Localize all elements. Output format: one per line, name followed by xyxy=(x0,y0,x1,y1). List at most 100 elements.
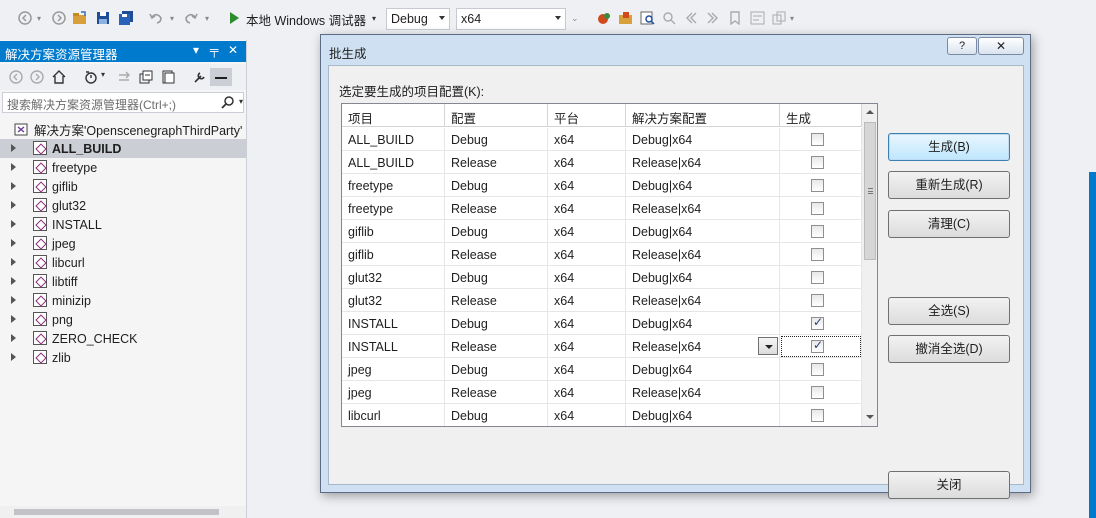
navigate-back-icon[interactable] xyxy=(18,10,32,26)
pin-icon[interactable]: ╤ xyxy=(210,43,219,57)
build-checkbox[interactable] xyxy=(811,225,824,238)
table-row[interactable]: INSTALL Debug x64 Debug|x64 xyxy=(342,312,862,335)
scrollbar-thumb[interactable] xyxy=(864,122,876,260)
build-checkbox[interactable] xyxy=(811,271,824,284)
clean-button[interactable]: 清理(C) xyxy=(888,210,1010,238)
expand-arrow-icon[interactable] xyxy=(11,201,16,209)
expand-arrow-icon[interactable] xyxy=(11,353,16,361)
bookmark-previous-icon[interactable] xyxy=(684,10,698,26)
horizontal-scrollbar[interactable] xyxy=(0,506,246,518)
column-header-build[interactable]: 生成 xyxy=(780,104,862,127)
table-row[interactable]: libcurl Debug x64 Debug|x64 xyxy=(342,404,862,426)
solution-config-dropdown-button[interactable] xyxy=(758,337,778,355)
column-header-solution-config[interactable]: 解决方案配置 xyxy=(626,104,780,127)
back-icon[interactable] xyxy=(9,70,23,84)
properties-wrench-icon[interactable] xyxy=(193,70,207,84)
tree-item-zlib[interactable]: zlib xyxy=(0,348,246,367)
column-header-platform[interactable]: 平台 xyxy=(548,104,626,127)
expand-arrow-icon[interactable] xyxy=(11,144,16,152)
chevron-down-icon[interactable]: ▾ xyxy=(101,70,115,84)
tree-item-png[interactable]: png xyxy=(0,310,246,329)
select-all-button[interactable]: 全选(S) xyxy=(888,297,1010,325)
build-checkbox[interactable] xyxy=(811,156,824,169)
home-icon[interactable] xyxy=(52,70,66,84)
table-row[interactable]: INSTALL Release x64 Release|x64 xyxy=(342,335,862,358)
open-file-icon[interactable] xyxy=(72,10,88,26)
search-solution-input[interactable]: 搜索解决方案资源管理器(Ctrl+;) ▾ xyxy=(2,92,244,113)
preview-selected-items-icon[interactable] xyxy=(210,68,232,86)
rebuild-button[interactable]: 重新生成(R) xyxy=(888,171,1010,199)
bookmark-next-icon[interactable] xyxy=(706,10,720,26)
close-icon[interactable]: ✕ xyxy=(228,43,238,57)
chevron-down-icon[interactable]: ▾ xyxy=(37,10,41,26)
build-checkbox[interactable] xyxy=(811,133,824,146)
table-row[interactable]: jpeg Debug x64 Debug|x64 xyxy=(342,358,862,381)
chevron-down-icon[interactable]: ▾ xyxy=(205,10,209,26)
toolbar-overflow-icon[interactable]: ⌄ xyxy=(571,10,579,26)
build-checkbox[interactable] xyxy=(811,202,824,215)
tree-item-freetype[interactable]: freetype xyxy=(0,158,246,177)
build-checkbox[interactable] xyxy=(811,409,824,422)
tree-item-glut32[interactable]: glut32 xyxy=(0,196,246,215)
solution-platform-select[interactable]: x64 xyxy=(456,8,566,30)
table-row[interactable]: freetype Debug x64 Debug|x64 xyxy=(342,174,862,197)
forward-icon[interactable] xyxy=(30,70,44,84)
tree-item-libtiff[interactable]: libtiff xyxy=(0,272,246,291)
dialog-close-button[interactable]: ✕ xyxy=(978,37,1024,55)
chevron-down-icon[interactable]: ▾ xyxy=(170,10,174,26)
copy-icon[interactable] xyxy=(772,10,786,26)
table-row[interactable]: jpeg Release x64 Release|x64 xyxy=(342,381,862,404)
expand-arrow-icon[interactable] xyxy=(11,182,16,190)
solution-configuration-select[interactable]: Debug xyxy=(386,8,450,30)
pending-changes-filter-icon[interactable] xyxy=(84,70,98,84)
chevron-down-icon[interactable]: ▾ xyxy=(372,10,376,26)
find-icon[interactable] xyxy=(640,10,656,26)
scroll-down-icon[interactable] xyxy=(866,415,874,419)
window-position-icon[interactable]: ▾ xyxy=(193,43,199,57)
build-checkbox[interactable] xyxy=(811,294,824,307)
table-row[interactable]: giflib Release x64 Release|x64 xyxy=(342,243,862,266)
table-row[interactable]: glut32 Debug x64 Debug|x64 xyxy=(342,266,862,289)
tree-item-zero-check[interactable]: ZERO_CHECK xyxy=(0,329,246,348)
redo-icon[interactable] xyxy=(183,10,199,26)
start-debug-icon[interactable] xyxy=(228,10,240,26)
expand-arrow-icon[interactable] xyxy=(11,220,16,228)
open-folder-icon[interactable] xyxy=(618,10,634,26)
comment-out-icon[interactable] xyxy=(750,10,766,26)
deselect-all-button[interactable]: 撤消全选(D) xyxy=(888,335,1010,363)
build-checkbox[interactable] xyxy=(811,386,824,399)
tree-item-all-build[interactable]: ALL_BUILD xyxy=(0,139,246,158)
column-header-configuration[interactable]: 配置 xyxy=(445,104,548,127)
chevron-down-icon[interactable]: ▾ xyxy=(239,97,243,106)
collapse-all-icon[interactable] xyxy=(139,70,153,84)
build-checkbox[interactable] xyxy=(811,315,824,330)
close-button[interactable]: 关闭 xyxy=(888,471,1010,499)
table-row[interactable]: ALL_BUILD Debug x64 Debug|x64 xyxy=(342,128,862,151)
build-checkbox[interactable] xyxy=(811,179,824,192)
vertical-scrollbar[interactable] xyxy=(862,104,877,426)
table-row[interactable]: giflib Debug x64 Debug|x64 xyxy=(342,220,862,243)
build-checkbox[interactable] xyxy=(811,363,824,376)
run-debugger-button[interactable]: 本地 Windows 调试器 xyxy=(246,10,366,29)
show-all-files-icon[interactable] xyxy=(161,70,175,84)
scroll-up-icon[interactable] xyxy=(866,110,874,114)
column-header-project[interactable]: 项目 xyxy=(342,104,445,127)
expand-arrow-icon[interactable] xyxy=(11,258,16,266)
save-all-icon[interactable] xyxy=(118,10,134,26)
build-checkbox[interactable] xyxy=(811,338,824,353)
tree-item-jpeg[interactable]: jpeg xyxy=(0,234,246,253)
expand-arrow-icon[interactable] xyxy=(11,296,16,304)
expand-arrow-icon[interactable] xyxy=(11,277,16,285)
sync-active-document-icon[interactable] xyxy=(117,70,131,84)
table-row[interactable]: ALL_BUILD Release x64 Release|x64 xyxy=(342,151,862,174)
help-button[interactable]: ? xyxy=(947,37,977,55)
table-row[interactable]: glut32 Release x64 Release|x64 xyxy=(342,289,862,312)
find-disabled-icon[interactable] xyxy=(662,10,676,26)
expand-arrow-icon[interactable] xyxy=(11,163,16,171)
expand-arrow-icon[interactable] xyxy=(11,334,16,342)
expand-arrow-icon[interactable] xyxy=(11,315,16,323)
navigate-forward-icon[interactable] xyxy=(52,10,66,26)
bookmark-clear-icon[interactable] xyxy=(728,10,742,26)
tree-item-libcurl[interactable]: libcurl xyxy=(0,253,246,272)
undo-icon[interactable] xyxy=(148,10,164,26)
